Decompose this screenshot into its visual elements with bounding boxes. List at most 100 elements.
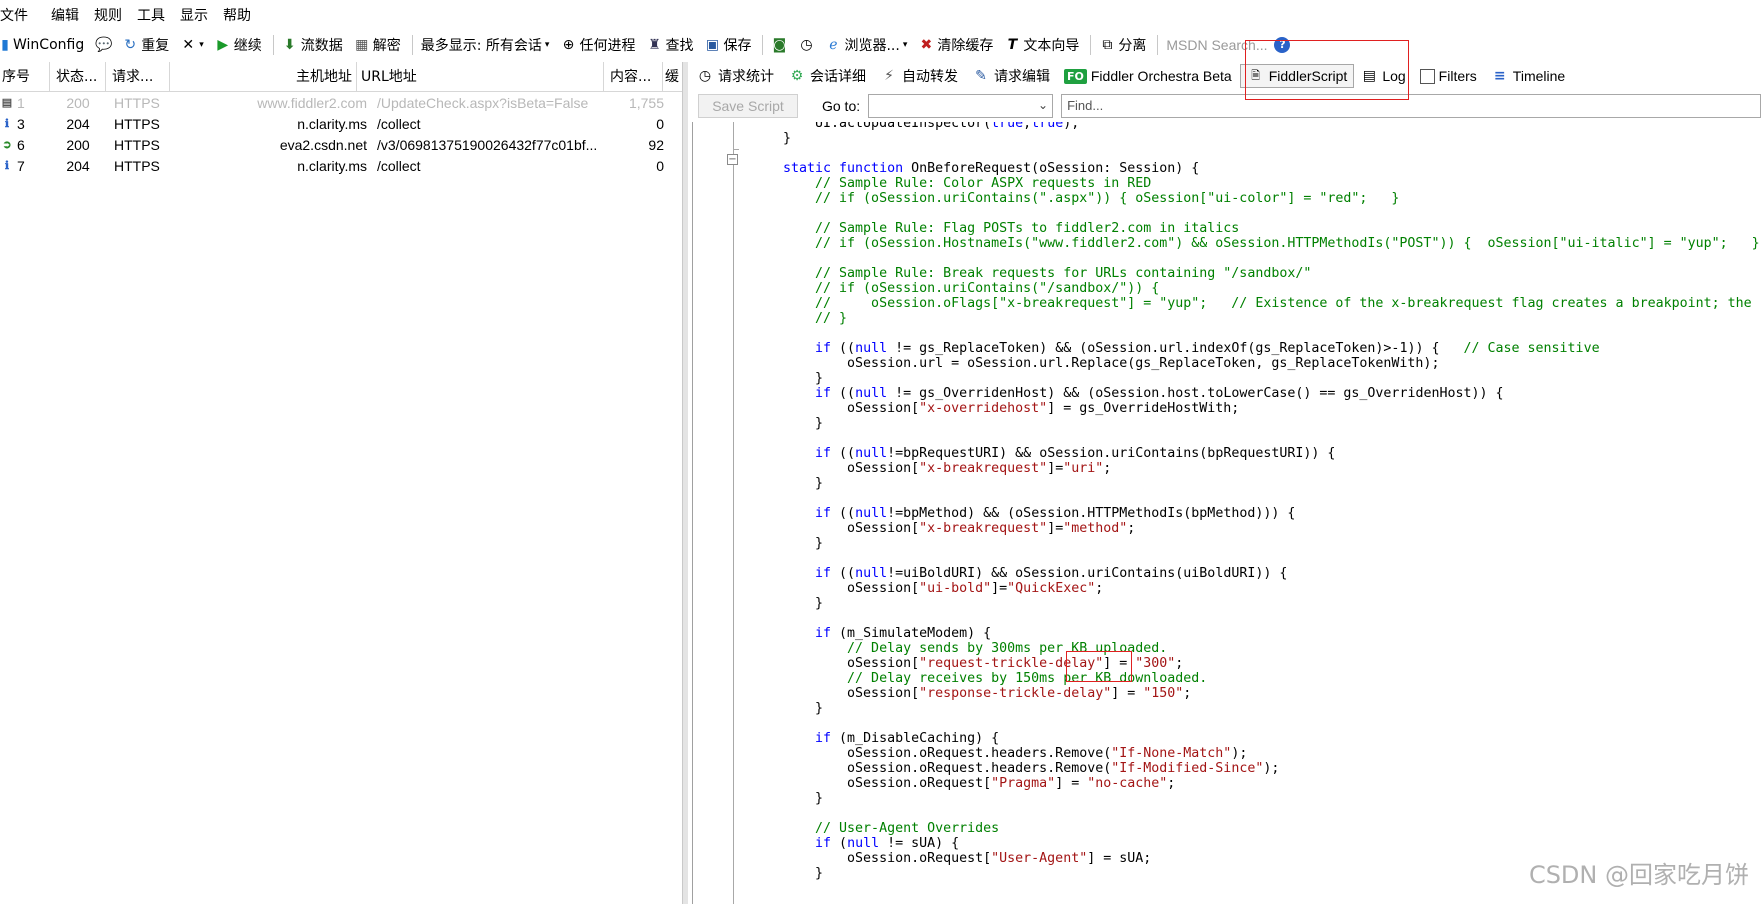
script-file-icon: 🗎 [1251, 69, 1261, 82]
tab-autoresponder[interactable]: ⚡ 自动转发 [874, 62, 966, 90]
text-wizard-button[interactable]: T 文本向导 [1000, 32, 1086, 58]
find-input[interactable]: Find... [1061, 94, 1761, 118]
code-line: // if (oSession.HostnameIs("www.fiddler2… [783, 236, 1761, 251]
tab-orchestra[interactable]: FO Fiddler Orchestra Beta [1058, 62, 1240, 90]
help-button[interactable]: ? [1274, 32, 1297, 58]
session-body-size: 0 [656, 157, 664, 174]
code-token: (( [839, 341, 856, 356]
col-status[interactable]: 状态... [50, 61, 106, 92]
play-icon: ▶ [217, 37, 229, 53]
code-line: } [783, 371, 1761, 386]
menu-file[interactable]: 文件 [0, 5, 37, 25]
code-line: } [783, 791, 1761, 806]
table-row[interactable]: ℹ 7 204 HTTPS n.clarity.ms/collect 0 [0, 155, 682, 176]
find-button[interactable]: ♜ 查找 [642, 32, 700, 58]
info-icon: ℹ [4, 118, 10, 130]
tearoff-button[interactable]: ⧉ 分离 [1095, 32, 1153, 58]
col-url[interactable]: URL地址 [357, 61, 604, 92]
code-token: != gs_OverridenHost) && (oSession.host.t… [887, 386, 1504, 401]
screenshot-button[interactable]: ◙ [767, 32, 794, 58]
code-line: static function OnBeforeRequest(oSession… [783, 161, 1761, 176]
col-number[interactable]: 序号 [0, 61, 50, 92]
code-line: if ((null != gs_OverridenHost) && (oSess… [783, 386, 1761, 401]
tab-fiddlerscript[interactable]: 🗎 FiddlerScript [1239, 64, 1355, 88]
code-token: // Delay sends by 300ms per KB uploaded. [783, 641, 1168, 656]
timer-button[interactable]: ◷ [794, 32, 821, 58]
tab-log-label: Log [1382, 68, 1406, 84]
menu-edit[interactable]: 编辑 [51, 5, 88, 25]
toolbar-separator [272, 35, 274, 55]
pane-splitter[interactable] [682, 62, 688, 904]
col-host[interactable]: 主机地址 [170, 61, 357, 92]
goto-label: Go to: [821, 98, 861, 114]
clear-cache-button[interactable]: ✖ 清除缓存 [914, 32, 1000, 58]
msdn-search-input[interactable]: MSDN Search... [1162, 32, 1274, 58]
code-token: (m_SimulateModem) { [839, 626, 992, 641]
script-editor[interactable]: − UI.actUpdateInspector(true,true);} stat… [692, 122, 1761, 904]
table-row[interactable]: ▤ 1 200 HTTPS www.fiddler2.com/UpdateCheck.a… [0, 92, 682, 113]
menu-help[interactable]: 帮助 [223, 5, 260, 25]
stream-button[interactable]: ⬇ 流数据 [278, 32, 350, 58]
tab-log[interactable]: ▤ Log [1354, 62, 1413, 90]
col-protocol[interactable]: 请求... [106, 61, 170, 92]
inspector-icon: ⚙ [790, 68, 804, 84]
col-body[interactable]: 内容... [604, 61, 663, 92]
x-icon: ✕ [182, 37, 195, 53]
tab-filters[interactable]: Filters [1414, 62, 1485, 90]
session-status: 204 [66, 115, 90, 132]
fold-collapse-icon[interactable]: − [727, 154, 738, 165]
save-button[interactable]: ▣ 保存 [700, 32, 758, 58]
menu-rules[interactable]: 规则 [94, 5, 131, 25]
code-token: } [783, 866, 824, 881]
menu-view[interactable]: 显示 [180, 5, 217, 25]
col-caching[interactable]: 缓 [663, 62, 682, 92]
comment-button[interactable]: 💬 [91, 32, 118, 58]
table-row[interactable]: ℹ 3 204 HTTPS n.clarity.ms/collect 0 [0, 113, 682, 134]
code-token: if [783, 626, 840, 641]
menu-tools[interactable]: 工具 [137, 5, 174, 25]
fold-guide [733, 122, 734, 904]
session-number: 3 [17, 115, 25, 132]
any-process-button[interactable]: ⊕ 任何进程 [556, 32, 642, 58]
chevron-down-icon: ▾ [544, 40, 550, 50]
winconfig-button[interactable]: ▮ WinConfig [0, 32, 91, 58]
code-token: (( [839, 386, 856, 401]
table-row[interactable]: ➲ 6 200 HTTPS eva2.csdn.net/v3/0698137519002… [0, 134, 682, 155]
code-line: oSession["x-overridehost"] = gs_Override… [783, 401, 1761, 416]
save-script-button[interactable]: Save Script [698, 94, 798, 118]
decode-button[interactable]: ▦ 解密 [350, 32, 408, 58]
tab-statistics[interactable]: ◷ 请求统计 [690, 62, 782, 90]
code-line: // User-Agent Overrides [783, 821, 1761, 836]
code-token: ]= [1047, 461, 1064, 476]
code-token: ; [1127, 521, 1136, 536]
replay-icon: ↻ [124, 37, 137, 53]
timeline-icon: ≡ [1493, 68, 1506, 84]
code-token: // Sample Rule: Color ASPX requests in R… [783, 176, 1152, 191]
tab-inspectors[interactable]: ⚙ 会话详细 [782, 62, 874, 90]
goto-select[interactable]: ⌄ [868, 94, 1054, 118]
code-content[interactable]: UI.actUpdateInspector(true,true);} static… [783, 122, 1761, 881]
continue-button[interactable]: ▶ 继续 [211, 32, 269, 58]
code-token: oSession.oRequest.headers.Remove( [783, 761, 1112, 776]
code-token: // if (oSession.HostnameIs("www.fiddler2… [783, 236, 1760, 251]
keep-sessions-dropdown[interactable]: 最多显示: 所有会话 ▾ [417, 32, 557, 58]
tab-composer[interactable]: ✎ 请求编辑 [966, 62, 1058, 90]
stopwatch-icon: ◷ [698, 68, 712, 84]
code-line: oSession["x-breakrequest"]="method"; [783, 521, 1761, 536]
orchestra-icon: FO [1064, 68, 1087, 84]
tab-timeline[interactable]: ≡ Timeline [1485, 62, 1573, 90]
code-token: // oSession.oFlags["x-breakrequest"] = "… [815, 296, 1761, 311]
browser-button[interactable]: ℯ 浏览器... ▾ [821, 32, 914, 58]
code-token: "response-trickle-delay" [919, 686, 1112, 701]
remove-button[interactable]: ✕ ▾ [176, 32, 211, 58]
code-line: } [783, 701, 1761, 716]
code-line: // oSession.oFlags["x-breakrequest"] = "… [783, 296, 1761, 311]
session-host: n.clarity.ms [297, 157, 367, 174]
code-token: null [855, 341, 888, 356]
replay-button[interactable]: ↻ 重复 [118, 32, 176, 58]
